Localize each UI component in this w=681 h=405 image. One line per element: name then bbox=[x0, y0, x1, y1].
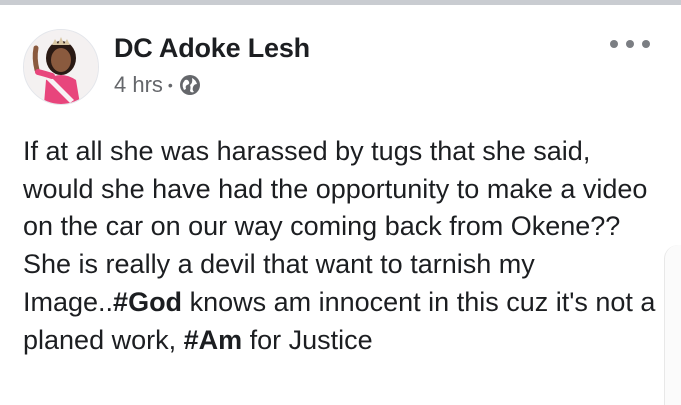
hashtag-link[interactable]: #God bbox=[113, 287, 182, 317]
more-dot bbox=[626, 40, 634, 48]
post-timestamp[interactable]: 4 hrs bbox=[114, 72, 163, 98]
side-panel-edge bbox=[664, 245, 681, 405]
more-dot bbox=[610, 40, 618, 48]
author-name[interactable]: DC Adoke Lesh bbox=[114, 33, 310, 64]
meta-separator: • bbox=[167, 77, 173, 93]
post-body: If at all she was harassed by tugs that … bbox=[23, 133, 663, 359]
globe-icon[interactable] bbox=[179, 74, 201, 96]
post-text: for Justice bbox=[242, 324, 373, 355]
more-options-icon[interactable] bbox=[610, 33, 650, 55]
hashtag-link[interactable]: #Am bbox=[184, 325, 243, 355]
author-avatar[interactable] bbox=[23, 29, 99, 105]
post-card: DC Adoke Lesh 4 hrs • If at all she was … bbox=[0, 5, 681, 405]
post-paragraph: If at all she was harassed by tugs that … bbox=[23, 136, 648, 242]
post-meta: 4 hrs • bbox=[114, 71, 201, 99]
more-dot bbox=[642, 40, 650, 48]
post-paragraph: She is really a devil that want to tarni… bbox=[23, 246, 663, 359]
profile-photo bbox=[24, 30, 98, 104]
